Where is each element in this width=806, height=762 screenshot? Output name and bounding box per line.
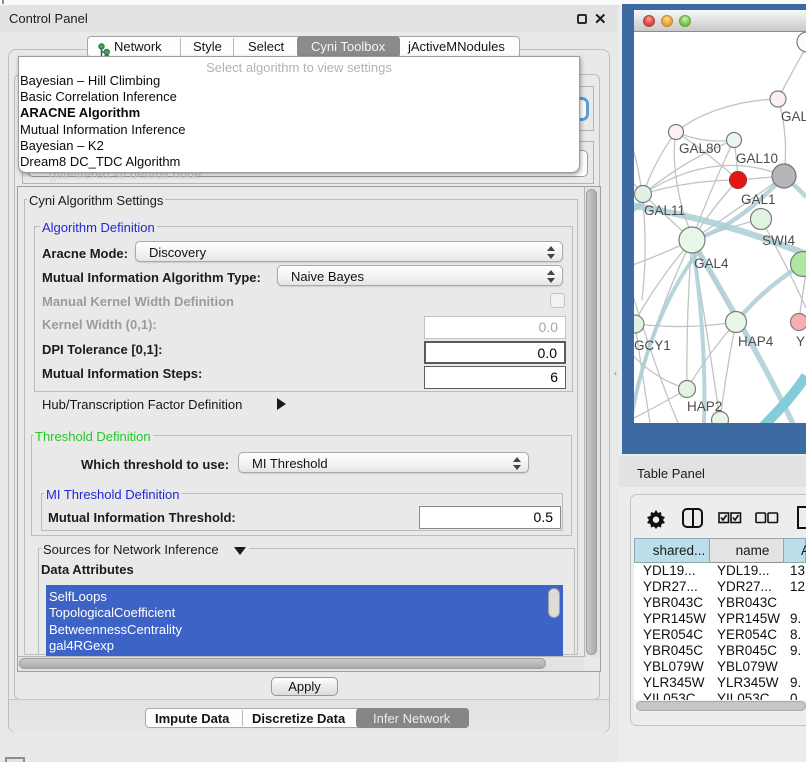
svg-text:GAL80: GAL80: [679, 141, 721, 156]
svg-text:SWI4: SWI4: [762, 233, 795, 248]
svg-text:GCY1: GCY1: [634, 338, 671, 353]
svg-text:HAP4: HAP4: [738, 334, 774, 349]
svg-text:HAP2: HAP2: [687, 399, 722, 414]
svg-text:GAL1: GAL1: [741, 192, 776, 207]
svg-text:GAL8: GAL8: [781, 109, 806, 124]
svg-text:GAL10: GAL10: [736, 151, 778, 166]
svg-text:Y: Y: [796, 334, 805, 349]
svg-text:GAL4: GAL4: [694, 256, 729, 271]
svg-text:GAL11: GAL11: [644, 203, 685, 218]
